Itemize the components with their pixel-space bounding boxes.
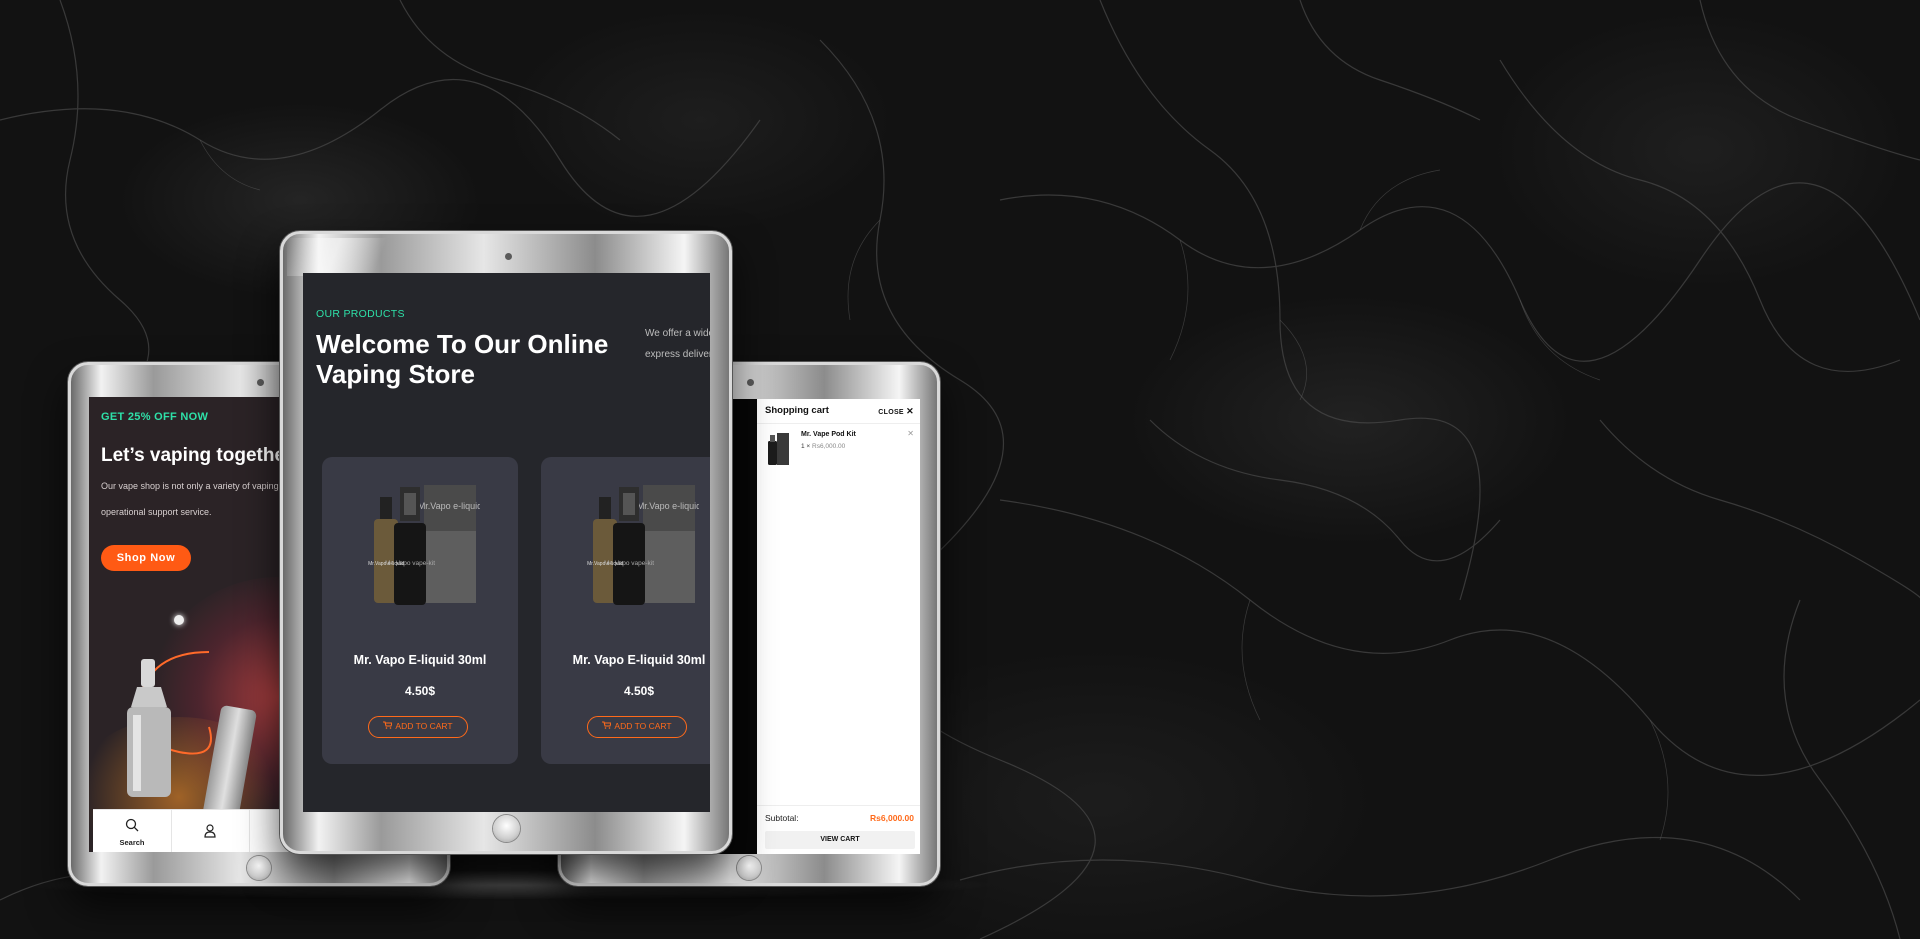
subtotal-label: Subtotal: xyxy=(765,813,799,823)
tablet-middle: OUR PRODUCTS Welcome To Our Online Vapin… xyxy=(280,231,732,854)
camera-dot xyxy=(505,253,512,260)
glow-orb xyxy=(174,615,184,625)
divider xyxy=(757,805,920,806)
promo-label: GET 25% OFF NOW xyxy=(101,411,209,423)
search-icon xyxy=(125,818,139,832)
middle-screen: OUR PRODUCTS Welcome To Our Online Vapin… xyxy=(303,273,710,812)
cart-item-thumbnail xyxy=(768,433,789,465)
cart-item-price: Rs6,000.00 xyxy=(812,443,846,450)
add-to-cart-button[interactable]: ADD TO CART xyxy=(368,716,468,738)
box-label: Mr.Vapo e-liquid xyxy=(418,501,480,511)
camera-dot xyxy=(257,379,264,386)
cart-drawer: Shopping cart CLOSE ✕ Mr. Vape Pod Kit 1… xyxy=(757,399,920,854)
product-price: 4.50$ xyxy=(623,684,655,698)
home-button xyxy=(493,815,520,842)
add-to-cart-label: ADD TO CART xyxy=(395,721,453,731)
shop-now-button[interactable]: Shop Now xyxy=(101,545,191,571)
hero-description-line-2: operational support service. xyxy=(101,507,212,517)
cart-title: Shopping cart xyxy=(765,405,829,416)
section-eyebrow: OUR PRODUCTS xyxy=(316,308,405,320)
cart-icon xyxy=(602,717,613,736)
user-icon xyxy=(204,824,216,838)
bezel-reflection xyxy=(287,238,407,276)
eliquid-bottle-image xyxy=(127,659,171,797)
add-to-cart-label: ADD TO CART xyxy=(614,721,672,731)
small-bottle-label: Mr.Vapo e-liquid xyxy=(587,561,623,567)
cart-item-name[interactable]: Mr. Vape Pod Kit xyxy=(801,431,856,438)
small-bottle-label: Mr.Vapo e-liquid xyxy=(368,561,404,567)
section-description-line-2: express deliver xyxy=(645,349,710,360)
product-name[interactable]: Mr. Vapo E-liquid 30ml xyxy=(541,653,710,667)
box-label: Mr.Vapo e-liquid xyxy=(637,501,699,511)
nav-account[interactable] xyxy=(171,810,250,852)
nav-search[interactable]: Search xyxy=(93,810,172,852)
cart-icon xyxy=(383,717,394,736)
divider xyxy=(757,423,920,424)
home-button xyxy=(247,856,271,880)
product-card[interactable]: Mr.Vapo e-liquid Mr. Vapo vape-kit Mr.Va… xyxy=(541,457,710,764)
product-price: 4.50$ xyxy=(404,684,436,698)
product-card[interactable]: Mr.Vapo e-liquid Mr. Vapo vape-kit Mr.Va… xyxy=(322,457,518,764)
product-image: Mr.Vapo e-liquid Mr. Vapo vape-kit Mr.Va… xyxy=(368,485,480,605)
section-title-line-2: Vaping Store xyxy=(316,359,475,389)
subtotal-value: Rs6,000.00 xyxy=(870,813,914,823)
cart-item-quantity: 1 × xyxy=(801,443,811,450)
hero-description-line-1: Our vape shop is not only a variety of v… xyxy=(101,481,279,491)
product-image: Mr.Vapo e-liquid Mr. Vapo vape-kit Mr.Va… xyxy=(587,485,699,605)
add-to-cart-button[interactable]: ADD TO CART xyxy=(587,716,687,738)
product-name[interactable]: Mr. Vapo E-liquid 30ml xyxy=(322,653,518,667)
remove-item-icon[interactable]: ✕ xyxy=(907,429,914,438)
section-title: Welcome To Our Online Vaping Store xyxy=(316,329,608,389)
section-description-line-1: We offer a wide xyxy=(645,328,710,339)
view-cart-button[interactable]: VIEW CART xyxy=(765,831,915,849)
cart-close-label: CLOSE xyxy=(878,409,904,416)
section-title-line-1: Welcome To Our Online xyxy=(316,329,609,359)
cart-item-qty: 1 × Rs6,000.00 xyxy=(801,443,845,450)
nav-search-label: Search xyxy=(119,838,145,847)
close-icon: ✕ xyxy=(906,406,914,416)
home-button xyxy=(737,856,761,880)
hero-title: Let’s vaping together xyxy=(101,445,293,466)
camera-dot xyxy=(747,379,754,386)
cart-close-button[interactable]: CLOSE ✕ xyxy=(878,406,914,417)
